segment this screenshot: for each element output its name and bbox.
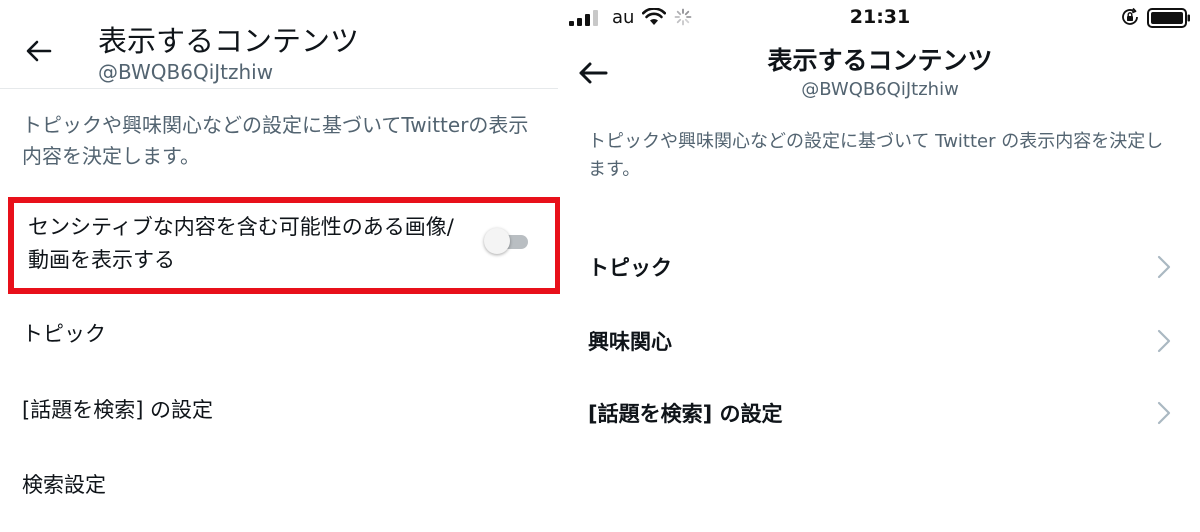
menu-item-label: [話題を検索] の設定 <box>588 402 783 426</box>
account-handle: @BWQB6QiJtzhiw <box>98 60 274 84</box>
chevron-right-icon <box>1157 255 1171 279</box>
android-content-preferences-screen: 表示するコンテンツ @BWQB6QiJtzhiw トピックや興味関心などの設定に… <box>0 0 561 532</box>
chevron-right-icon <box>1157 401 1171 425</box>
page-title: 表示するコンテンツ <box>767 46 993 75</box>
page-description: トピックや興味関心などの設定に基づいてTwitterの表示内容を決定します。 <box>22 113 529 168</box>
menu-item-interests[interactable]: 興味関心 <box>588 322 1172 362</box>
battery-icon <box>1147 8 1190 28</box>
menu-item-search-settings[interactable]: 検索設定 <box>22 469 106 499</box>
page-description: トピックや興味関心などの設定に基づいて Twitter の表示内容を決定します。 <box>588 131 1164 180</box>
menu-item-label: トピック <box>588 256 672 280</box>
menu-item-topics[interactable]: トピック <box>22 318 106 348</box>
sensitive-media-toggle[interactable] <box>484 228 530 254</box>
menu-item-explore-settings[interactable]: [話題を検索] の設定 <box>22 394 213 424</box>
header-divider <box>0 88 558 89</box>
menu-item-label: 興味関心 <box>588 330 672 354</box>
toggle-knob <box>484 228 510 254</box>
account-handle: @BWQB6QiJtzhiw <box>801 79 959 100</box>
menu-item-explore-settings[interactable]: [話題を検索] の設定 <box>588 394 1172 434</box>
sensitive-media-label: センシティブな内容を含む可能性のある画像/動画を表示する <box>28 215 454 272</box>
orientation-lock-icon <box>1122 7 1138 25</box>
page-title: 表示するコンテンツ <box>98 24 360 58</box>
status-bar: au 21:31 <box>560 0 1200 36</box>
back-arrow-icon[interactable] <box>24 36 54 66</box>
sensitive-media-setting-highlight: センシティブな内容を含む可能性のある画像/動画を表示する <box>8 197 561 294</box>
chevron-right-icon <box>1157 329 1171 353</box>
status-time: 21:31 <box>849 6 911 28</box>
ios-content-preferences-screen: au 21:31 表示するコンテンツ @BWQB6QiJtzhiw トピックや興… <box>560 0 1200 532</box>
menu-item-topics[interactable]: トピック <box>588 248 1172 288</box>
